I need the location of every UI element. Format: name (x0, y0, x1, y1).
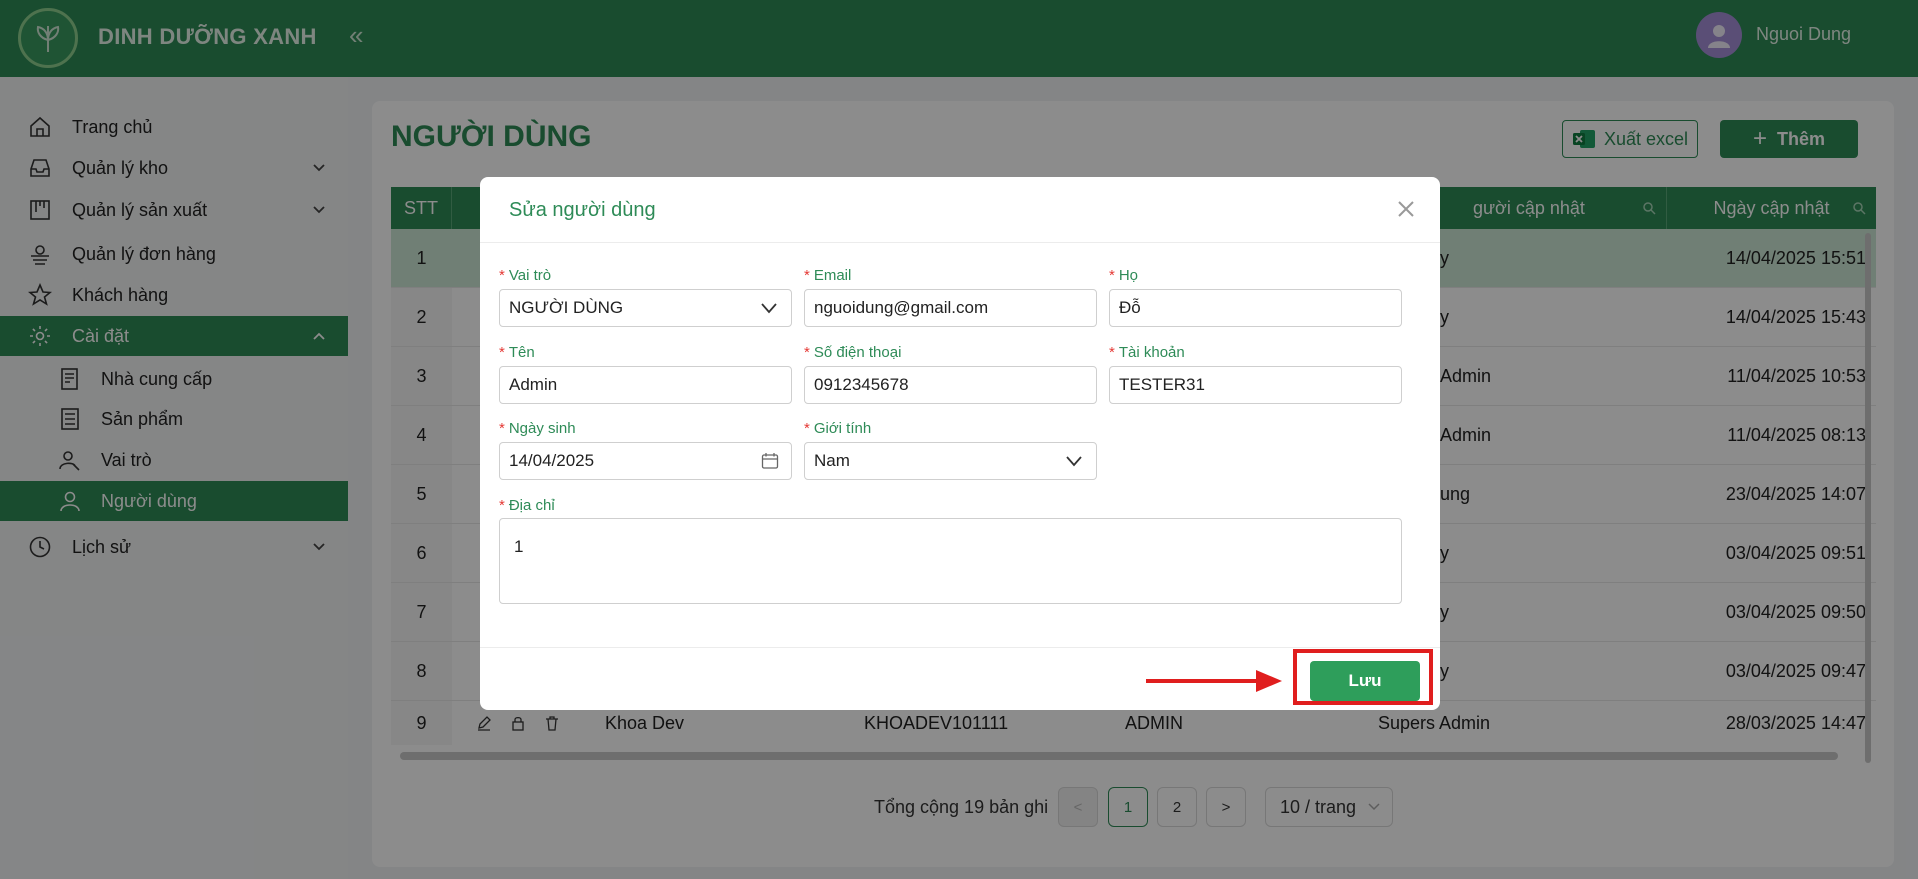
chevron-down-icon (1066, 456, 1082, 467)
phone-label: * Số điện thoại (804, 344, 902, 361)
chevron-down-icon (761, 303, 777, 314)
calendar-icon[interactable] (761, 452, 779, 470)
edit-user-modal: Sửa người dùng * Vai trò NGƯỜI DÙNG * Emai… (480, 177, 1440, 710)
highlight-box (1293, 649, 1433, 705)
account-field[interactable]: TESTER31 (1109, 366, 1402, 404)
dob-value: 14/04/2025 (509, 451, 595, 470)
first-name-field[interactable]: Admin (499, 366, 792, 404)
close-icon[interactable] (1396, 195, 1416, 226)
modal-divider (480, 242, 1440, 243)
last-name-label: * Họ (1109, 267, 1139, 284)
address-textarea[interactable]: 1 (499, 518, 1402, 604)
arrow-right-icon (1146, 670, 1282, 692)
phone-field[interactable]: 0912345678 (804, 366, 1097, 404)
gender-value: Nam (814, 451, 850, 470)
gender-label: * Giới tính (804, 420, 872, 437)
address-label: * Địa chỉ (499, 497, 555, 514)
role-select[interactable]: NGƯỜI DÙNG (499, 289, 792, 327)
role-value: NGƯỜI DÙNG (509, 298, 624, 317)
modal-title: Sửa người dùng (509, 199, 656, 221)
dob-picker[interactable]: 14/04/2025 (499, 442, 792, 480)
account-label: * Tài khoản (1109, 344, 1185, 361)
modal-footer-divider (480, 647, 1440, 648)
email-field[interactable]: nguoidung@gmail.com (804, 289, 1097, 327)
role-label: * Vai trò (499, 267, 552, 284)
email-label: * Email (804, 267, 852, 284)
gender-select[interactable]: Nam (804, 442, 1097, 480)
last-name-field[interactable]: Đỗ (1109, 289, 1402, 327)
dob-label: * Ngày sinh (499, 420, 576, 437)
first-name-label: * Tên (499, 344, 535, 361)
